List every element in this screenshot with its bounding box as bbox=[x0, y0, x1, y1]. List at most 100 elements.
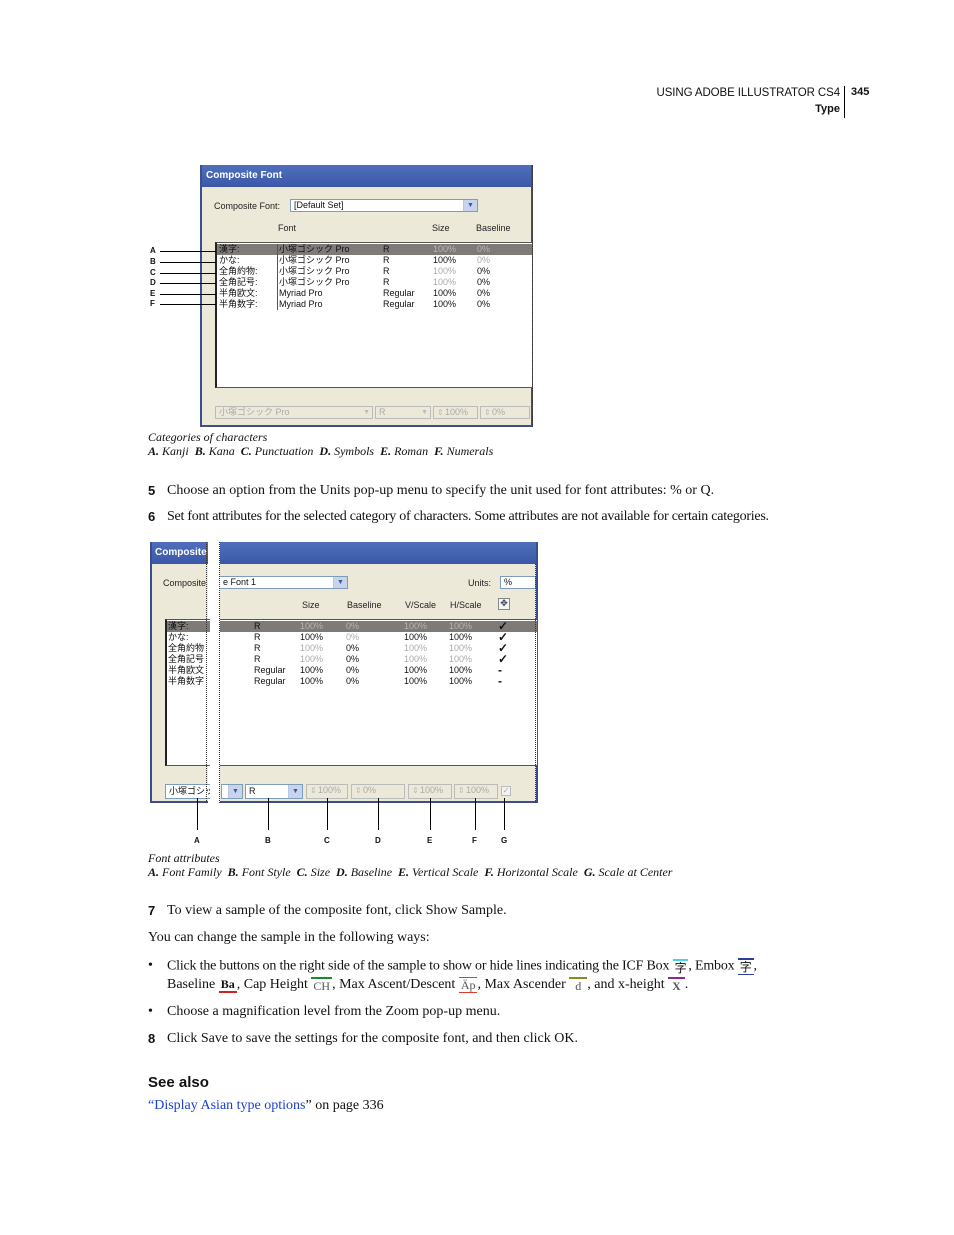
scale-at-center-checkbox[interactable]: ✓ bbox=[501, 786, 511, 796]
category-cell: 半角数字 bbox=[168, 676, 205, 686]
font-cell: 小塚ゴシック Pro bbox=[279, 277, 350, 287]
attributes-list[interactable]: R 100% 0% 100% 100% ✓ R 100% 0% 100% 100% ✓ R 100% 0% 1… bbox=[220, 619, 538, 766]
bullet-text: , Max Ascender bbox=[477, 977, 566, 993]
hscale-field[interactable]: ⇕100% bbox=[454, 784, 498, 799]
chevron-down-icon: ▼ bbox=[421, 409, 428, 416]
caption-text: Kanji bbox=[162, 444, 189, 458]
see-also-heading: See also bbox=[148, 1074, 209, 1091]
header-divider bbox=[844, 86, 845, 118]
category-row[interactable]: かな: 小塚ゴシック Pro R 100% 0% bbox=[217, 255, 532, 266]
caption-text: Vertical Scale bbox=[412, 865, 479, 879]
caption-letter: C. bbox=[240, 444, 252, 458]
caption-text: Numerals bbox=[446, 444, 494, 458]
units-select[interactable]: % bbox=[500, 576, 536, 589]
font-family-select[interactable]: 小塚ゴシック Pro ▼ bbox=[215, 406, 373, 419]
size-cell: 100% bbox=[300, 676, 324, 686]
attribute-row[interactable]: R 100% 0% 100% 100% ✓ bbox=[220, 631, 537, 643]
style-cell: R bbox=[383, 277, 390, 287]
caption-text: Baseline bbox=[350, 865, 393, 879]
figure2-caption-title: Font attributes bbox=[148, 851, 220, 865]
baseline-cell: 0% bbox=[477, 299, 491, 309]
cap-height-icon: CH bbox=[311, 977, 333, 993]
callout-label: E bbox=[427, 836, 433, 845]
category-row[interactable]: 半角数字 bbox=[167, 676, 210, 687]
font-cell: 小塚ゴシック Pro bbox=[279, 244, 350, 254]
category-row[interactable]: 全角記号: 小塚ゴシック Pro R 100% 0% bbox=[217, 277, 532, 288]
composite-font-select[interactable]: [Default Set] ▼ bbox=[290, 199, 478, 212]
stepper-icon: ⇕ bbox=[437, 408, 444, 417]
chevron-down-icon: ▼ bbox=[363, 409, 370, 416]
size-cell: 100% bbox=[433, 266, 457, 276]
baseline-cell: 0% bbox=[346, 643, 360, 653]
baseline-field[interactable]: ⇕0% bbox=[480, 406, 530, 419]
category-row[interactable]: 全角約物: 小塚ゴシック Pro R 100% 0% bbox=[217, 266, 532, 277]
embox-icon: 字 bbox=[737, 958, 754, 975]
dialog-titlebar: Composite Font bbox=[202, 165, 531, 187]
step-8: 8 Click Save to save the settings for th… bbox=[148, 1031, 848, 1049]
font-style-select[interactable]: R ▼ bbox=[245, 784, 303, 799]
category-row[interactable]: 漢字: bbox=[167, 621, 210, 632]
chevron-down-icon: ▼ bbox=[463, 200, 477, 211]
baseline-cell: 0% bbox=[346, 632, 360, 642]
baseline-value: 0% bbox=[363, 785, 377, 795]
step-text: Choose an option from the Units pop-up m… bbox=[167, 483, 715, 498]
vscale-field[interactable]: ⇕100% bbox=[408, 784, 452, 799]
category-list[interactable]: 漢字: かな: 全角約物 全角記号 半角欧文 半角数字 bbox=[165, 619, 210, 766]
font-style-select[interactable]: R ▼ bbox=[375, 406, 431, 419]
caption-text: Font Style bbox=[241, 865, 291, 879]
step-number: 8 bbox=[148, 1031, 156, 1046]
scale-at-center-icon[interactable]: ✥ bbox=[498, 598, 510, 610]
callout-label: A bbox=[194, 836, 200, 845]
attribute-row[interactable]: R 100% 0% 100% 100% ✓ bbox=[220, 620, 537, 632]
attribute-row[interactable]: R 100% 0% 100% 100% ✓ bbox=[220, 653, 537, 665]
category-row[interactable]: 漢字: 小塚ゴシック Pro R 100% 0% bbox=[217, 244, 532, 255]
font-family-select[interactable]: 小塚ゴシッ bbox=[165, 784, 210, 799]
hscale-value: 100% bbox=[466, 785, 490, 795]
column-baseline: Baseline bbox=[347, 600, 382, 610]
sample-intro: You can change the sample in the followi… bbox=[148, 930, 430, 945]
category-row[interactable]: 半角欧文: Myriad Pro Regular 100% 0% bbox=[217, 288, 532, 299]
bullet-text: . bbox=[684, 977, 689, 993]
column-hscale: H/Scale bbox=[450, 600, 482, 610]
font-cell: 小塚ゴシック Pro bbox=[279, 255, 350, 265]
bullet-item-1-line-2: Baseline Ba, Cap Height CH, Max Ascent/D… bbox=[167, 977, 847, 993]
stepper-icon: ⇕ bbox=[310, 786, 317, 795]
category-row[interactable]: かな: bbox=[167, 632, 210, 643]
font-family-dropdown[interactable]: ▼ bbox=[221, 784, 243, 799]
bullet-text: Choose a magnification level from the Zo… bbox=[167, 1004, 501, 1019]
category-row[interactable]: 全角記号 bbox=[167, 654, 210, 665]
page-reference: on page 336 bbox=[311, 1098, 384, 1113]
hscale-cell: 100% bbox=[449, 632, 473, 642]
baseline-field[interactable]: ⇕0% bbox=[351, 784, 405, 799]
category-cell: 全角記号: bbox=[219, 277, 258, 287]
icf-box-icon: 字 bbox=[672, 958, 689, 975]
bullet-text: Baseline bbox=[167, 977, 216, 993]
attribute-row[interactable]: Regular 100% 0% 100% 100% - bbox=[220, 675, 537, 687]
callout-line bbox=[504, 798, 505, 830]
attribute-row[interactable]: Regular 100% 0% 100% 100% - bbox=[220, 664, 537, 676]
baseline-cell: 0% bbox=[477, 266, 491, 276]
vscale-cell: 100% bbox=[404, 654, 428, 664]
step-text: To view a sample of the composite font, … bbox=[167, 903, 507, 918]
column-separator bbox=[277, 244, 278, 255]
composite-font-value: e Font 1 bbox=[223, 577, 257, 587]
caption-text: Symbols bbox=[334, 444, 375, 458]
category-row[interactable]: 全角約物 bbox=[167, 643, 210, 654]
category-row[interactable]: 半角欧文 bbox=[167, 665, 210, 676]
size-field[interactable]: ⇕100% bbox=[306, 784, 348, 799]
baseline-cell: 0% bbox=[346, 654, 360, 664]
size-cell: 100% bbox=[300, 621, 324, 631]
callout-label: D bbox=[375, 836, 381, 845]
size-cell: 100% bbox=[433, 255, 457, 265]
column-separator bbox=[277, 299, 278, 310]
display-asian-type-options-link[interactable]: Display Asian type options bbox=[154, 1098, 305, 1113]
composite-font-select[interactable]: e Font 1 ▼ bbox=[220, 576, 348, 589]
callout-line bbox=[475, 798, 476, 830]
caption-letter: D. bbox=[336, 865, 348, 879]
category-row[interactable]: 半角数字: Myriad Pro Regular 100% 0% bbox=[217, 299, 532, 310]
size-field[interactable]: ⇕100% bbox=[433, 406, 478, 419]
caption-letter: G. bbox=[583, 865, 596, 879]
category-list[interactable]: 漢字: 小塚ゴシック Pro R 100% 0% かな: 小塚ゴシック Pro R 100% 0%… bbox=[215, 242, 533, 388]
attribute-row[interactable]: R 100% 0% 100% 100% ✓ bbox=[220, 642, 537, 654]
composite-font-value: [Default Set] bbox=[294, 200, 344, 210]
